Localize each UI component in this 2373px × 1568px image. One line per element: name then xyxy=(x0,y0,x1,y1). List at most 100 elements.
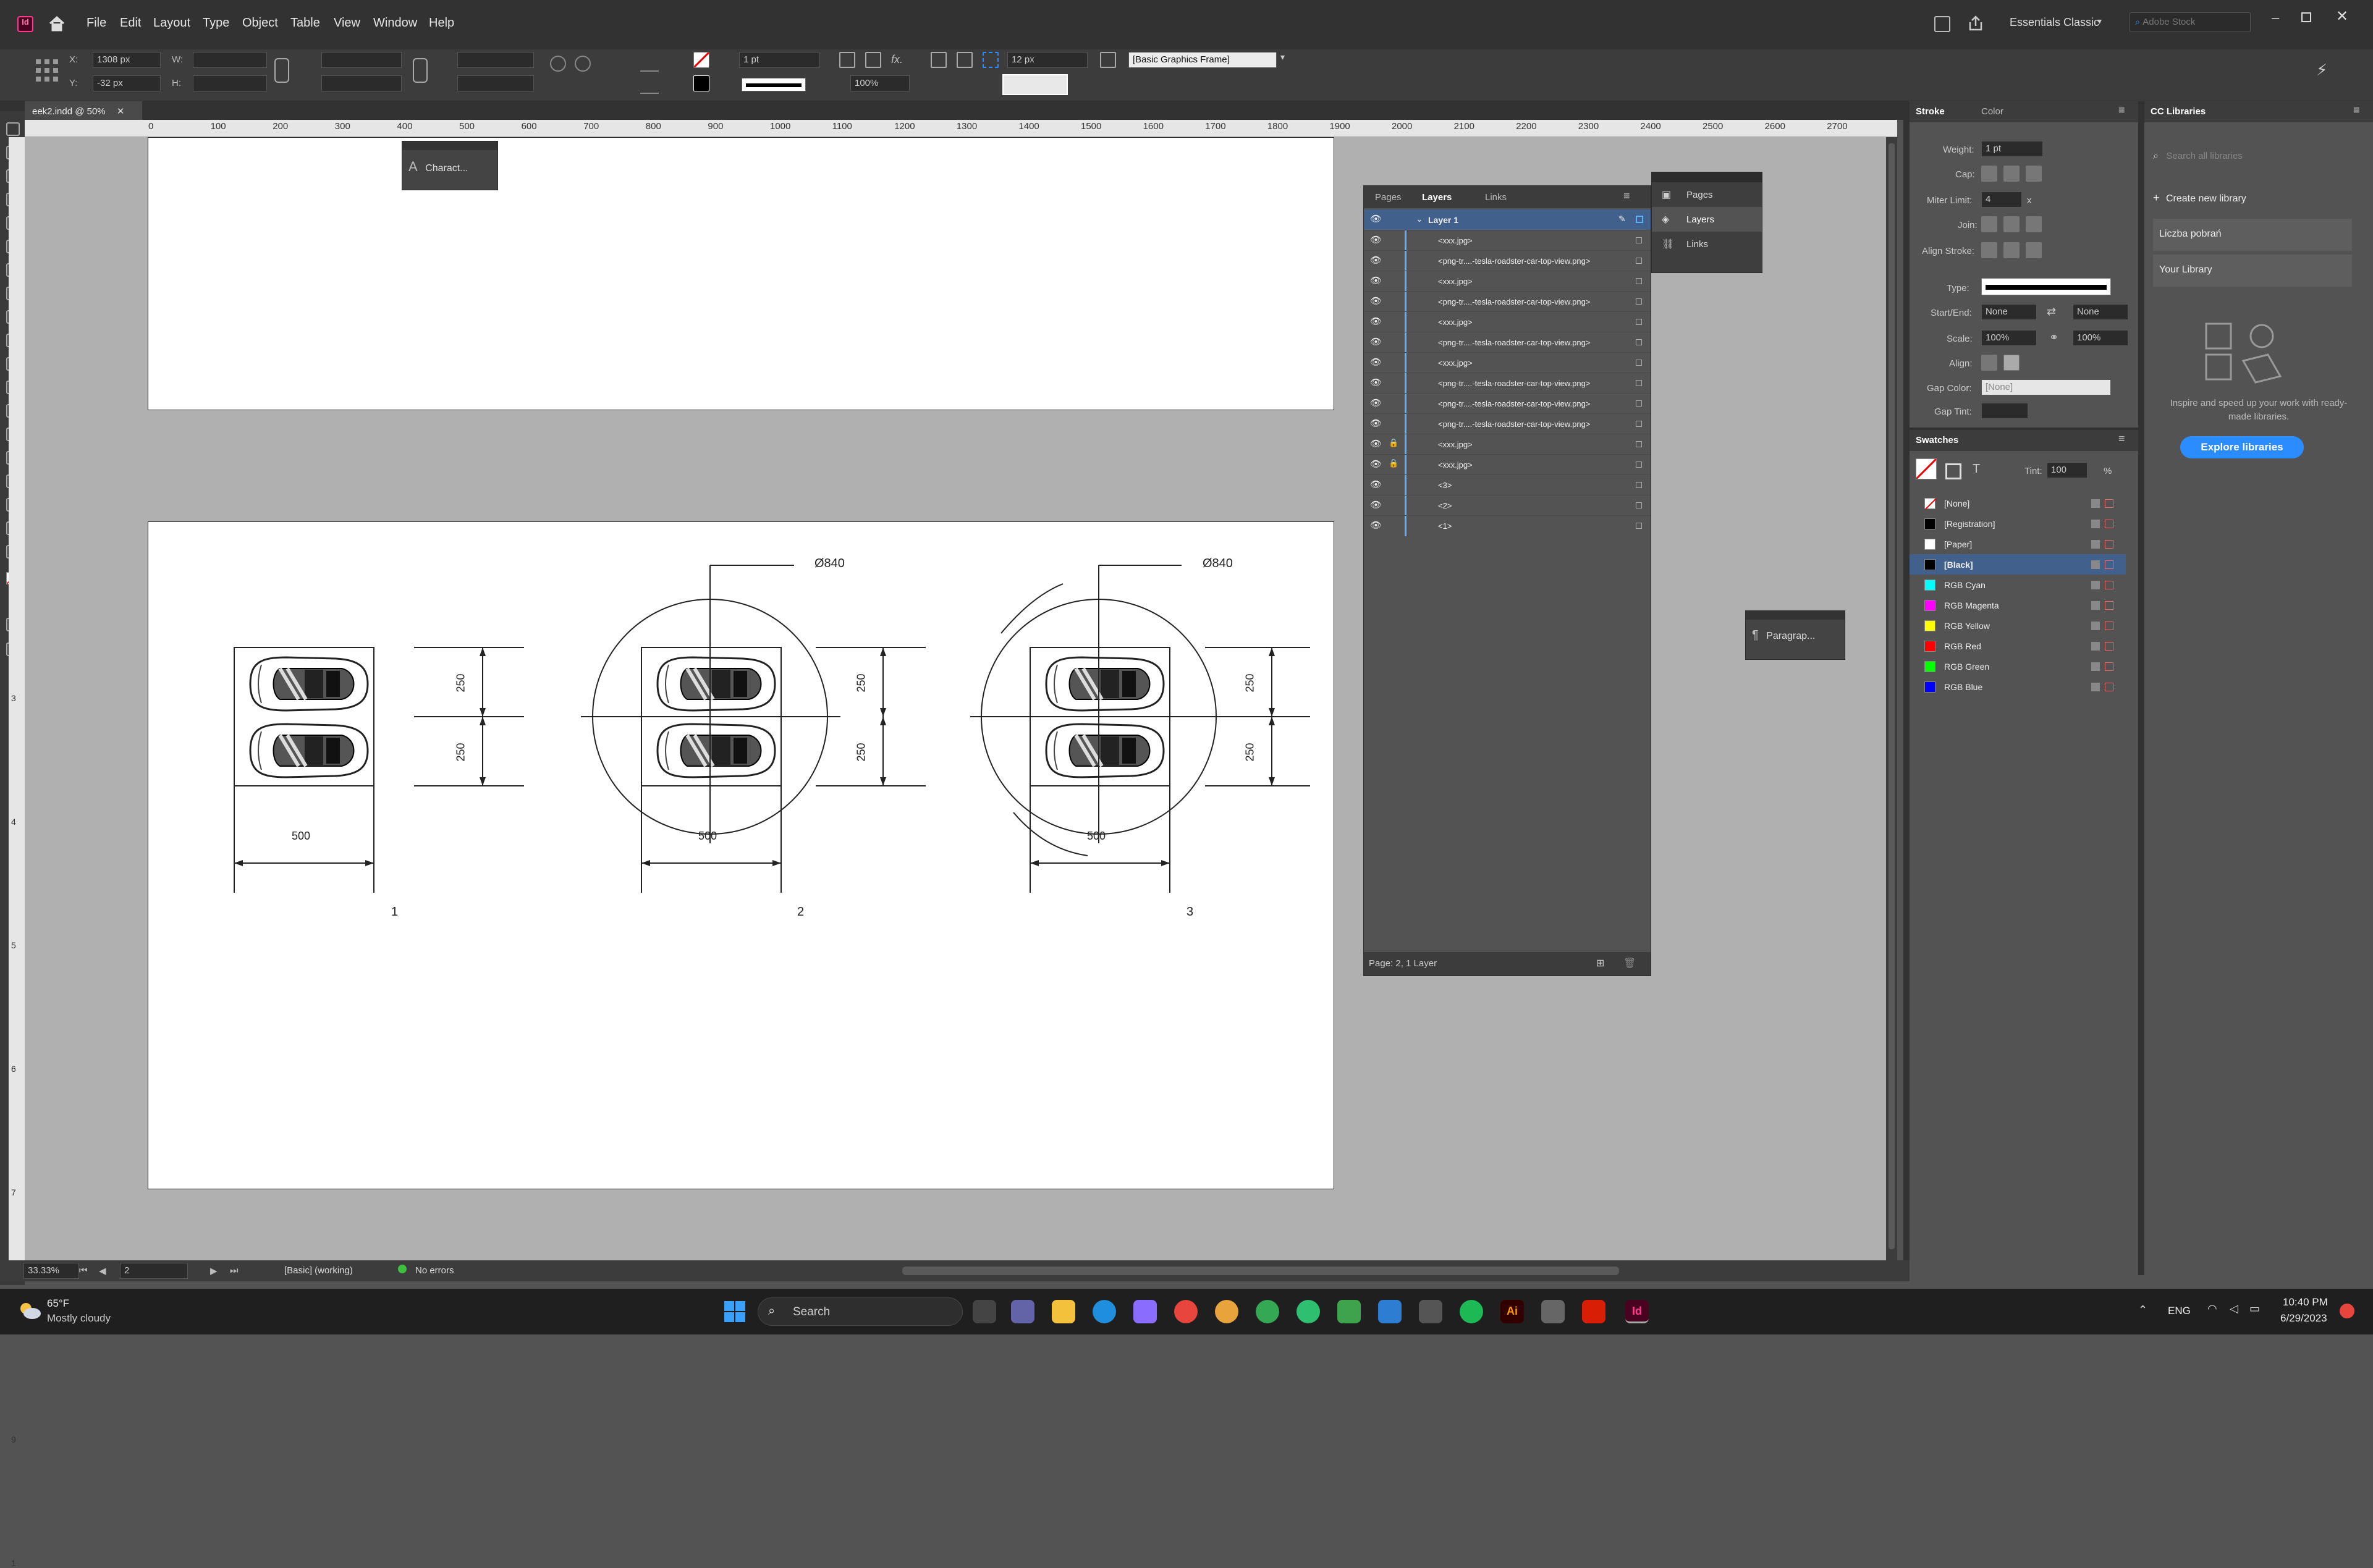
lightning-icon[interactable]: ⚡ xyxy=(2316,61,2327,80)
stroke-type-dropdown[interactable] xyxy=(1981,278,2111,295)
scale-start-field[interactable]: 100% xyxy=(1981,330,2037,346)
eye-icon[interactable]: 👁 xyxy=(1370,479,1382,490)
selection-square-icon[interactable] xyxy=(1636,278,1642,284)
rotate-ccw-icon[interactable] xyxy=(575,56,591,72)
fill-none-swatch[interactable] xyxy=(693,52,709,68)
first-page-icon[interactable]: ⏮ xyxy=(79,1265,88,1276)
frame-fitting-icon[interactable] xyxy=(839,52,855,68)
document-tab[interactable]: eek2.indd @ 50% ✕ xyxy=(25,101,142,120)
acrobat-icon[interactable] xyxy=(1582,1300,1605,1323)
rotate-field[interactable] xyxy=(457,52,534,68)
gap-tint-field[interactable] xyxy=(1981,403,2028,419)
next-page-icon[interactable]: ▶ xyxy=(210,1265,218,1276)
bevel-join-icon[interactable] xyxy=(2026,216,2042,232)
swatch-row[interactable]: RGB Red xyxy=(1910,636,2126,656)
menu-type[interactable]: Type xyxy=(203,16,229,30)
trash-icon[interactable]: 🗑 xyxy=(1623,957,1636,969)
eye-icon[interactable]: 👁 xyxy=(1370,418,1382,429)
panel-menu-icon[interactable]: ≡ xyxy=(1623,190,1630,203)
layer-item-row[interactable]: 👁 <png-tr....-tesla-roadster-car-top-view… xyxy=(1364,413,1651,434)
eye-icon[interactable]: 👁 xyxy=(1370,397,1382,408)
share-icon[interactable] xyxy=(1968,15,1984,32)
weight-field[interactable]: 1 pt xyxy=(1981,141,2043,157)
home-icon[interactable] xyxy=(48,15,66,32)
selection-square-icon[interactable] xyxy=(1636,400,1642,407)
battery-icon[interactable]: ▭ xyxy=(2249,1302,2260,1315)
chevron-down-icon[interactable]: ▾ xyxy=(1280,52,1285,62)
preflight-status[interactable]: No errors xyxy=(415,1265,454,1276)
page-field[interactable]: 2 xyxy=(120,1263,188,1279)
gap-color-dropdown[interactable]: [None] xyxy=(1981,379,2111,395)
arrow-align-inside-icon[interactable] xyxy=(2003,355,2020,371)
panel-menu-icon[interactable]: ≡ xyxy=(2118,432,2125,445)
miter-field[interactable]: 4 xyxy=(1981,192,2022,208)
opacity-field[interactable]: 100% xyxy=(850,75,910,91)
stock-search[interactable]: ⌕ Adobe Stock xyxy=(2130,12,2251,32)
swatch-row[interactable]: [None] xyxy=(1910,493,2126,513)
layer-item-row[interactable]: 👁 <png-tr....-tesla-roadster-car-top-view… xyxy=(1364,291,1651,312)
library-item[interactable]: Your Library xyxy=(2153,255,2352,287)
y-field[interactable]: -32 px xyxy=(93,75,161,91)
eye-icon[interactable]: 👁 xyxy=(1370,255,1382,266)
create-library-button[interactable]: + Create new library xyxy=(2153,192,2246,204)
eye-icon[interactable]: 👁 xyxy=(1370,316,1382,327)
layer-item-row[interactable]: 👁 <png-tr....-tesla-roadster-car-top-view… xyxy=(1364,393,1651,414)
object-style-dropdown[interactable]: [Basic Graphics Frame] xyxy=(1128,52,1277,68)
tint-field[interactable]: 100 xyxy=(2047,462,2087,478)
eye-icon[interactable]: 👁 xyxy=(1370,275,1382,286)
collapsed-pages[interactable]: Pages xyxy=(1686,190,1713,200)
language-indicator[interactable]: ENG xyxy=(2168,1305,2191,1317)
prev-page-icon[interactable]: ◀ xyxy=(99,1265,106,1276)
selection-square-icon[interactable] xyxy=(1636,258,1642,264)
clock-date[interactable]: 6/29/2023 xyxy=(2280,1312,2327,1325)
collapsed-layers[interactable]: Layers xyxy=(1686,214,1714,225)
menu-view[interactable]: View xyxy=(334,16,360,30)
rotate-cw-icon[interactable] xyxy=(550,56,566,72)
menu-file[interactable]: File xyxy=(87,16,106,30)
text-format-icon[interactable]: T xyxy=(1973,462,1980,476)
task-view-icon[interactable] xyxy=(973,1300,996,1323)
teams-icon[interactable] xyxy=(1011,1300,1034,1323)
app-icon[interactable] xyxy=(1378,1300,1402,1323)
layer-item-row[interactable]: 👁 <1> xyxy=(1364,515,1651,536)
start-dropdown[interactable]: None xyxy=(1981,304,2037,320)
layer-item-row[interactable]: 👁 <xxx.jpg> xyxy=(1364,230,1651,251)
library-item[interactable]: Liczba pobrań xyxy=(2153,219,2352,251)
layer-item-row[interactable]: 👁 <2> xyxy=(1364,495,1651,516)
layer-item-row[interactable]: 👁 <png-tr....-tesla-roadster-car-top-view… xyxy=(1364,373,1651,394)
tab-stroke[interactable]: Stroke xyxy=(1916,106,1945,117)
layer-row-layer-1[interactable]: 👁 ⌄ Layer 1 ✎ xyxy=(1364,209,1651,230)
scale-end-field[interactable]: 100% xyxy=(2073,330,2128,346)
selection-square-icon[interactable] xyxy=(1636,421,1642,427)
selection-square-icon[interactable] xyxy=(1636,360,1642,366)
layer-item-row[interactable]: 👁 🔒 <xxx.jpg> xyxy=(1364,434,1651,455)
layer-item-row[interactable]: 👁 <xxx.jpg> xyxy=(1364,352,1651,373)
eye-icon[interactable]: 👁 xyxy=(1370,458,1382,470)
chrome-icon[interactable] xyxy=(1174,1300,1198,1323)
page-1[interactable] xyxy=(148,137,1334,410)
layer-item-row[interactable]: 👁 <3> xyxy=(1364,474,1651,495)
close-button[interactable]: ✕ xyxy=(2336,7,2348,25)
chevron-up-icon[interactable]: ⌃ xyxy=(2138,1304,2147,1317)
wrap-around-icon[interactable] xyxy=(957,52,973,68)
menu-help[interactable]: Help xyxy=(429,16,454,30)
flip-h-icon[interactable] xyxy=(640,56,659,72)
swap-icon[interactable]: ⇄ xyxy=(2047,305,2056,318)
end-dropdown[interactable]: None xyxy=(2073,304,2128,320)
stroke-swatch[interactable] xyxy=(693,75,709,91)
minimize-button[interactable]: – xyxy=(2272,10,2279,26)
swatch-row[interactable]: RGB Cyan xyxy=(1910,575,2126,595)
menu-table[interactable]: Table xyxy=(290,16,320,30)
eye-icon[interactable]: 👁 xyxy=(1370,213,1382,224)
illustrator-icon[interactable]: Ai xyxy=(1500,1300,1524,1323)
eye-icon[interactable]: 👁 xyxy=(1370,295,1382,306)
disclosure-icon[interactable]: ⌄ xyxy=(1416,214,1423,224)
lock-icon[interactable]: 🔒 xyxy=(1389,458,1398,468)
tab-pages[interactable]: Pages xyxy=(1375,192,1402,203)
menu-window[interactable]: Window xyxy=(373,16,417,30)
maximize-button[interactable] xyxy=(2301,12,2311,22)
weather-icon[interactable] xyxy=(17,1301,42,1321)
container-icon[interactable] xyxy=(1945,463,1961,479)
fill-swatch-icon[interactable] xyxy=(1916,458,1937,479)
align-outside-icon[interactable] xyxy=(2026,242,2042,258)
